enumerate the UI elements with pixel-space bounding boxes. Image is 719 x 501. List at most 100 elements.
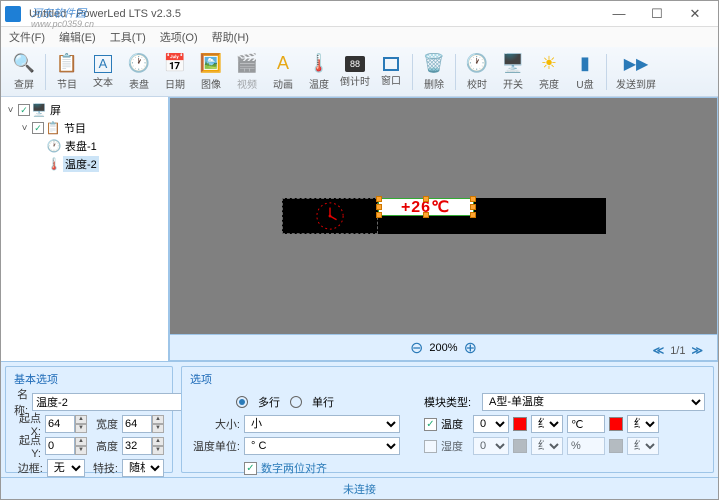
minimize-button[interactable]: — [600,3,638,25]
tool-adjust[interactable]: 🕐校时 [460,50,494,94]
zoom-out-button[interactable]: ⊖ [410,338,423,358]
effect-select[interactable]: 随机 [122,459,164,477]
program-icon: 📋 [56,53,78,75]
tree-program[interactable]: ˅ ✓ 📋 节目 [3,119,166,137]
program-icon: 📋 [46,121,60,135]
hum-unit-color-swatch [609,439,623,453]
trash-icon: 🗑️ [423,53,445,75]
menu-tool[interactable]: 工具(T) [110,29,146,45]
tool-temp[interactable]: 🌡️温度 [302,50,336,94]
temp-color-select[interactable]: 红 [531,415,563,433]
maximize-button[interactable]: ☐ [638,3,676,25]
tool-video[interactable]: 🎬视频 [230,50,264,94]
tool-window[interactable]: 窗口 [374,50,408,94]
close-button[interactable]: ✕ [676,3,714,25]
magnifier-icon: 🔍 [13,53,35,75]
tree-panel: ˅ ✓ 🖥️ 屏 ˅ ✓ 📋 节目 🕐 表盘-1 🌡️ 温度-2 [1,97,169,361]
hum-adj-select[interactable]: 0 [473,437,509,455]
tool-timer[interactable]: 88倒计时 [338,50,372,94]
tool-text[interactable]: A文本 [86,50,120,94]
tree-root[interactable]: ˅ ✓ 🖥️ 屏 [3,101,166,119]
checkbox[interactable]: ✓ [18,104,30,116]
tool-udisk[interactable]: ▮U盘 [568,50,602,94]
menu-file[interactable]: 文件(F) [9,29,45,45]
menubar: 文件(F) 编辑(E) 工具(T) 选项(O) 帮助(H) [1,27,718,47]
hum-color-select[interactable]: 红 [531,437,563,455]
collapse-icon[interactable]: ˅ [5,105,16,116]
zoom-in-button[interactable]: ⊕ [464,338,477,358]
size-select[interactable]: 小 [244,415,400,433]
usb-icon: ▮ [574,53,596,75]
timer-icon: 88 [345,56,365,72]
tool-program[interactable]: 📋节目 [50,50,84,94]
thermometer-icon: 🌡️ [47,157,61,171]
video-icon: 🎬 [236,53,258,75]
tool-image[interactable]: 🖼️图像 [194,50,228,94]
temp-checkbox[interactable]: ✓ [424,418,437,431]
module-select[interactable]: A型-单温度 [482,393,705,411]
app-icon [5,6,21,22]
image-icon: 🖼️ [200,53,222,75]
tool-anim[interactable]: A动画 [266,50,300,94]
hum-unit-input[interactable] [567,437,605,455]
multiline-radio[interactable] [236,396,248,408]
tree-temp[interactable]: 🌡️ 温度-2 [3,155,166,173]
temp-unit-input[interactable] [567,415,605,433]
hum-color-swatch [513,439,527,453]
x-input[interactable]: ▲▼ [45,415,87,433]
toolbar: 🔍查屏 📋节目 A文本 🕐表盘 📅日期 🖼️图像 🎬视频 A动画 🌡️温度 88… [1,47,718,97]
collapse-icon[interactable]: ˅ [19,123,30,134]
dial-segment[interactable] [282,198,378,234]
canvas[interactable]: +26℃ ⊖ 200% ⊕ ≪ 1/1 ≫ [169,97,718,361]
tool-date[interactable]: 📅日期 [158,50,192,94]
menu-option[interactable]: 选项(O) [160,29,198,45]
singleline-radio[interactable] [290,396,302,408]
status-bar: 未连接 [1,477,718,499]
hum-unit-color-select[interactable]: 红 [627,437,659,455]
temp-segment[interactable]: +26℃ [378,198,474,216]
temp-unit-color-swatch [609,417,623,431]
dial-icon: 🕐 [47,139,61,153]
panel-title: 选项 [190,371,705,387]
name-input[interactable] [32,393,182,411]
zoom-level: 200% [429,342,457,354]
width-input[interactable]: ▲▼ [122,415,164,433]
temp-adj-select[interactable]: 0 [473,415,509,433]
menu-help[interactable]: 帮助(H) [212,29,249,45]
analog-clock-icon [315,201,345,231]
tool-bright[interactable]: ☀亮度 [532,50,566,94]
digit-checkbox[interactable]: ✓ [244,462,257,475]
temp-unit-color-select[interactable]: 红 [627,415,659,433]
screen-icon: 🖥️ [32,103,46,117]
height-input[interactable]: ▲▼ [122,437,164,455]
tool-delete[interactable]: 🗑️删除 [417,50,451,94]
panel-title: 基本选项 [14,371,164,387]
thermometer-icon: 🌡️ [308,53,330,75]
clock-icon: 🕐 [466,53,488,75]
monitor-icon: 🖥️ [502,53,524,75]
unit-select[interactable]: ° C [244,437,400,455]
page-prev-button[interactable]: ≪ [653,344,665,357]
window-icon [383,57,399,71]
dial-icon: 🕐 [128,53,150,75]
tool-send[interactable]: ▶▶发送到屏 [611,50,661,94]
page-next-button[interactable]: ≫ [691,344,703,357]
menu-edit[interactable]: 编辑(E) [59,29,96,45]
basic-options-panel: 基本选项 名称: 起点X:▲▼ 宽度▲▼ 起点Y:▲▼ 高度▲▼ 边框:无 特技… [5,366,173,473]
y-input[interactable]: ▲▼ [45,437,87,455]
window-title: Untitled - PowerLed LTS v2.3.5 [27,8,600,20]
options-panel: 选项 多行 单行 大小:小 温度单位:° C ✓数字两位对齐 模块类型:A型-单… [181,366,714,473]
calendar-icon: 📅 [164,53,186,75]
border-select[interactable]: 无 [47,459,85,477]
checkbox[interactable]: ✓ [32,122,44,134]
brightness-icon: ☀ [538,53,560,75]
tree-dial[interactable]: 🕐 表盘-1 [3,137,166,155]
led-preview[interactable]: +26℃ [282,198,606,234]
tool-dial[interactable]: 🕐表盘 [122,50,156,94]
tool-switch[interactable]: 🖥️开关 [496,50,530,94]
temp-color-swatch [513,417,527,431]
tool-screen[interactable]: 🔍查屏 [7,50,41,94]
anim-icon: A [272,53,294,75]
send-icon: ▶▶ [625,53,647,75]
humidity-checkbox[interactable] [424,440,437,453]
